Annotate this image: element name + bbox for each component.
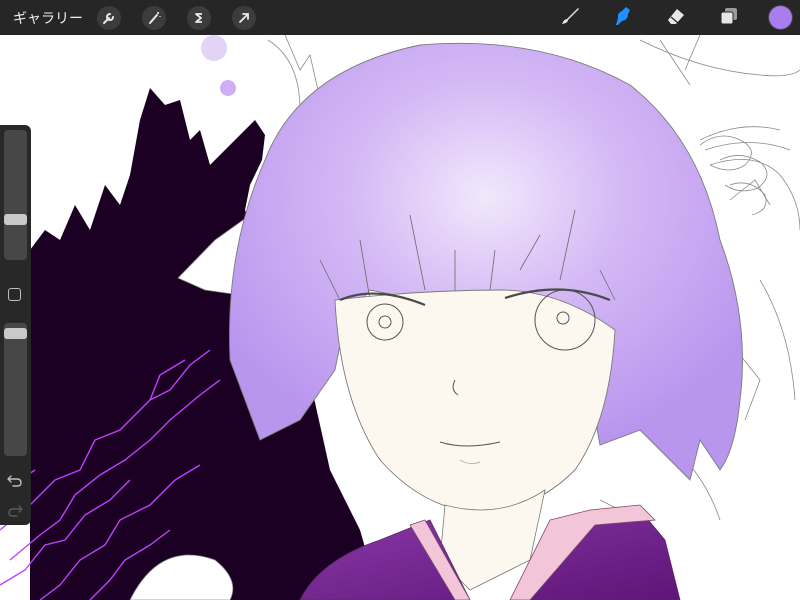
gallery-button[interactable]: ギャラリー (13, 8, 83, 28)
undo-icon[interactable] (6, 473, 24, 487)
procreate-app: ギャラリー (0, 0, 800, 600)
layers-icon (718, 5, 740, 31)
opacity-slider[interactable] (4, 323, 27, 456)
transform-button[interactable] (232, 5, 256, 30)
brush-tool-button[interactable] (557, 5, 583, 31)
smudge-icon (612, 5, 634, 31)
smudge-tool-button[interactable] (610, 5, 636, 31)
magic-wand-icon (147, 11, 161, 25)
selection-button[interactable] (187, 5, 211, 30)
layers-button[interactable] (716, 5, 742, 31)
opacity-handle[interactable] (4, 328, 27, 339)
eraser-tool-button[interactable] (663, 5, 689, 31)
redo-icon[interactable] (6, 503, 24, 517)
top-toolbar: ギャラリー (0, 0, 800, 35)
left-sidebar (0, 125, 31, 525)
tool-group (557, 0, 800, 35)
brush-icon (559, 5, 581, 31)
drawing-canvas[interactable] (0, 0, 800, 600)
selection-s-icon (192, 11, 206, 25)
actions-button[interactable] (97, 5, 121, 30)
square-modify-icon[interactable] (8, 288, 21, 301)
color-picker-swatch[interactable] (769, 6, 792, 29)
wrench-icon (102, 11, 116, 25)
brush-size-slider[interactable] (4, 130, 27, 260)
transform-arrow-icon (237, 11, 251, 25)
adjustments-button[interactable] (142, 5, 166, 30)
eraser-icon (665, 5, 687, 31)
brush-size-handle[interactable] (4, 214, 27, 225)
